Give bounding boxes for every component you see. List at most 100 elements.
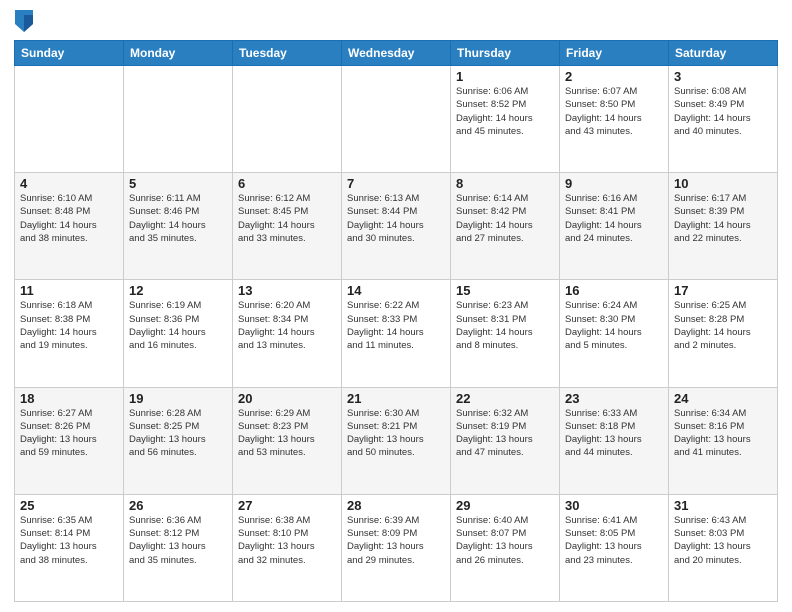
calendar-day-cell: 23Sunrise: 6:33 AMSunset: 8:18 PMDayligh… — [560, 387, 669, 494]
calendar-day-cell: 10Sunrise: 6:17 AMSunset: 8:39 PMDayligh… — [669, 173, 778, 280]
day-info: Sunrise: 6:10 AMSunset: 8:48 PMDaylight:… — [20, 192, 118, 245]
calendar-day-cell: 6Sunrise: 6:12 AMSunset: 8:45 PMDaylight… — [233, 173, 342, 280]
weekday-header-cell: Sunday — [15, 41, 124, 66]
calendar-day-cell: 9Sunrise: 6:16 AMSunset: 8:41 PMDaylight… — [560, 173, 669, 280]
day-number: 7 — [347, 176, 445, 191]
day-info: Sunrise: 6:38 AMSunset: 8:10 PMDaylight:… — [238, 514, 336, 567]
day-info: Sunrise: 6:23 AMSunset: 8:31 PMDaylight:… — [456, 299, 554, 352]
calendar-day-cell: 5Sunrise: 6:11 AMSunset: 8:46 PMDaylight… — [124, 173, 233, 280]
day-info: Sunrise: 6:18 AMSunset: 8:38 PMDaylight:… — [20, 299, 118, 352]
calendar-day-cell: 17Sunrise: 6:25 AMSunset: 8:28 PMDayligh… — [669, 280, 778, 387]
day-number: 11 — [20, 283, 118, 298]
calendar-day-cell — [124, 66, 233, 173]
calendar-day-cell: 16Sunrise: 6:24 AMSunset: 8:30 PMDayligh… — [560, 280, 669, 387]
day-number: 9 — [565, 176, 663, 191]
calendar-day-cell — [15, 66, 124, 173]
day-number: 16 — [565, 283, 663, 298]
day-number: 17 — [674, 283, 772, 298]
day-number: 5 — [129, 176, 227, 191]
calendar-week-row: 1Sunrise: 6:06 AMSunset: 8:52 PMDaylight… — [15, 66, 778, 173]
calendar-day-cell: 24Sunrise: 6:34 AMSunset: 8:16 PMDayligh… — [669, 387, 778, 494]
day-number: 26 — [129, 498, 227, 513]
day-info: Sunrise: 6:07 AMSunset: 8:50 PMDaylight:… — [565, 85, 663, 138]
day-info: Sunrise: 6:16 AMSunset: 8:41 PMDaylight:… — [565, 192, 663, 245]
calendar-day-cell: 2Sunrise: 6:07 AMSunset: 8:50 PMDaylight… — [560, 66, 669, 173]
calendar-day-cell: 20Sunrise: 6:29 AMSunset: 8:23 PMDayligh… — [233, 387, 342, 494]
calendar-day-cell: 1Sunrise: 6:06 AMSunset: 8:52 PMDaylight… — [451, 66, 560, 173]
day-number: 20 — [238, 391, 336, 406]
day-number: 14 — [347, 283, 445, 298]
calendar-day-cell: 22Sunrise: 6:32 AMSunset: 8:19 PMDayligh… — [451, 387, 560, 494]
day-info: Sunrise: 6:35 AMSunset: 8:14 PMDaylight:… — [20, 514, 118, 567]
day-info: Sunrise: 6:43 AMSunset: 8:03 PMDaylight:… — [674, 514, 772, 567]
day-info: Sunrise: 6:30 AMSunset: 8:21 PMDaylight:… — [347, 407, 445, 460]
calendar-week-row: 4Sunrise: 6:10 AMSunset: 8:48 PMDaylight… — [15, 173, 778, 280]
day-info: Sunrise: 6:41 AMSunset: 8:05 PMDaylight:… — [565, 514, 663, 567]
day-number: 13 — [238, 283, 336, 298]
day-info: Sunrise: 6:14 AMSunset: 8:42 PMDaylight:… — [456, 192, 554, 245]
calendar-day-cell: 30Sunrise: 6:41 AMSunset: 8:05 PMDayligh… — [560, 494, 669, 601]
day-number: 31 — [674, 498, 772, 513]
weekday-header-cell: Wednesday — [342, 41, 451, 66]
calendar-day-cell: 25Sunrise: 6:35 AMSunset: 8:14 PMDayligh… — [15, 494, 124, 601]
calendar-week-row: 18Sunrise: 6:27 AMSunset: 8:26 PMDayligh… — [15, 387, 778, 494]
day-number: 1 — [456, 69, 554, 84]
calendar-day-cell: 4Sunrise: 6:10 AMSunset: 8:48 PMDaylight… — [15, 173, 124, 280]
calendar-day-cell: 12Sunrise: 6:19 AMSunset: 8:36 PMDayligh… — [124, 280, 233, 387]
day-info: Sunrise: 6:36 AMSunset: 8:12 PMDaylight:… — [129, 514, 227, 567]
weekday-header-row: SundayMondayTuesdayWednesdayThursdayFrid… — [15, 41, 778, 66]
day-number: 23 — [565, 391, 663, 406]
calendar-day-cell: 3Sunrise: 6:08 AMSunset: 8:49 PMDaylight… — [669, 66, 778, 173]
header — [14, 10, 778, 32]
calendar-day-cell: 11Sunrise: 6:18 AMSunset: 8:38 PMDayligh… — [15, 280, 124, 387]
weekday-header-cell: Saturday — [669, 41, 778, 66]
day-info: Sunrise: 6:08 AMSunset: 8:49 PMDaylight:… — [674, 85, 772, 138]
calendar-day-cell: 7Sunrise: 6:13 AMSunset: 8:44 PMDaylight… — [342, 173, 451, 280]
calendar-day-cell: 29Sunrise: 6:40 AMSunset: 8:07 PMDayligh… — [451, 494, 560, 601]
calendar-day-cell: 28Sunrise: 6:39 AMSunset: 8:09 PMDayligh… — [342, 494, 451, 601]
calendar-day-cell: 14Sunrise: 6:22 AMSunset: 8:33 PMDayligh… — [342, 280, 451, 387]
day-number: 2 — [565, 69, 663, 84]
day-info: Sunrise: 6:20 AMSunset: 8:34 PMDaylight:… — [238, 299, 336, 352]
calendar-day-cell: 18Sunrise: 6:27 AMSunset: 8:26 PMDayligh… — [15, 387, 124, 494]
day-info: Sunrise: 6:28 AMSunset: 8:25 PMDaylight:… — [129, 407, 227, 460]
day-info: Sunrise: 6:34 AMSunset: 8:16 PMDaylight:… — [674, 407, 772, 460]
day-number: 29 — [456, 498, 554, 513]
calendar-day-cell: 19Sunrise: 6:28 AMSunset: 8:25 PMDayligh… — [124, 387, 233, 494]
calendar-day-cell: 21Sunrise: 6:30 AMSunset: 8:21 PMDayligh… — [342, 387, 451, 494]
calendar-day-cell: 13Sunrise: 6:20 AMSunset: 8:34 PMDayligh… — [233, 280, 342, 387]
day-info: Sunrise: 6:40 AMSunset: 8:07 PMDaylight:… — [456, 514, 554, 567]
day-info: Sunrise: 6:17 AMSunset: 8:39 PMDaylight:… — [674, 192, 772, 245]
day-number: 15 — [456, 283, 554, 298]
day-number: 4 — [20, 176, 118, 191]
calendar: SundayMondayTuesdayWednesdayThursdayFrid… — [14, 40, 778, 602]
day-info: Sunrise: 6:25 AMSunset: 8:28 PMDaylight:… — [674, 299, 772, 352]
weekday-header-cell: Monday — [124, 41, 233, 66]
calendar-day-cell — [342, 66, 451, 173]
day-number: 12 — [129, 283, 227, 298]
day-info: Sunrise: 6:27 AMSunset: 8:26 PMDaylight:… — [20, 407, 118, 460]
calendar-day-cell: 26Sunrise: 6:36 AMSunset: 8:12 PMDayligh… — [124, 494, 233, 601]
weekday-header-cell: Thursday — [451, 41, 560, 66]
calendar-body: 1Sunrise: 6:06 AMSunset: 8:52 PMDaylight… — [15, 66, 778, 602]
day-number: 25 — [20, 498, 118, 513]
calendar-day-cell: 8Sunrise: 6:14 AMSunset: 8:42 PMDaylight… — [451, 173, 560, 280]
day-info: Sunrise: 6:39 AMSunset: 8:09 PMDaylight:… — [347, 514, 445, 567]
day-info: Sunrise: 6:33 AMSunset: 8:18 PMDaylight:… — [565, 407, 663, 460]
calendar-day-cell: 15Sunrise: 6:23 AMSunset: 8:31 PMDayligh… — [451, 280, 560, 387]
logo-icon — [15, 10, 33, 32]
day-number: 10 — [674, 176, 772, 191]
calendar-week-row: 25Sunrise: 6:35 AMSunset: 8:14 PMDayligh… — [15, 494, 778, 601]
day-number: 21 — [347, 391, 445, 406]
day-info: Sunrise: 6:29 AMSunset: 8:23 PMDaylight:… — [238, 407, 336, 460]
day-info: Sunrise: 6:06 AMSunset: 8:52 PMDaylight:… — [456, 85, 554, 138]
day-number: 24 — [674, 391, 772, 406]
calendar-week-row: 11Sunrise: 6:18 AMSunset: 8:38 PMDayligh… — [15, 280, 778, 387]
day-number: 19 — [129, 391, 227, 406]
day-info: Sunrise: 6:32 AMSunset: 8:19 PMDaylight:… — [456, 407, 554, 460]
calendar-day-cell: 31Sunrise: 6:43 AMSunset: 8:03 PMDayligh… — [669, 494, 778, 601]
calendar-day-cell: 27Sunrise: 6:38 AMSunset: 8:10 PMDayligh… — [233, 494, 342, 601]
page-container: SundayMondayTuesdayWednesdayThursdayFrid… — [0, 0, 792, 612]
logo — [14, 10, 35, 32]
day-number: 3 — [674, 69, 772, 84]
